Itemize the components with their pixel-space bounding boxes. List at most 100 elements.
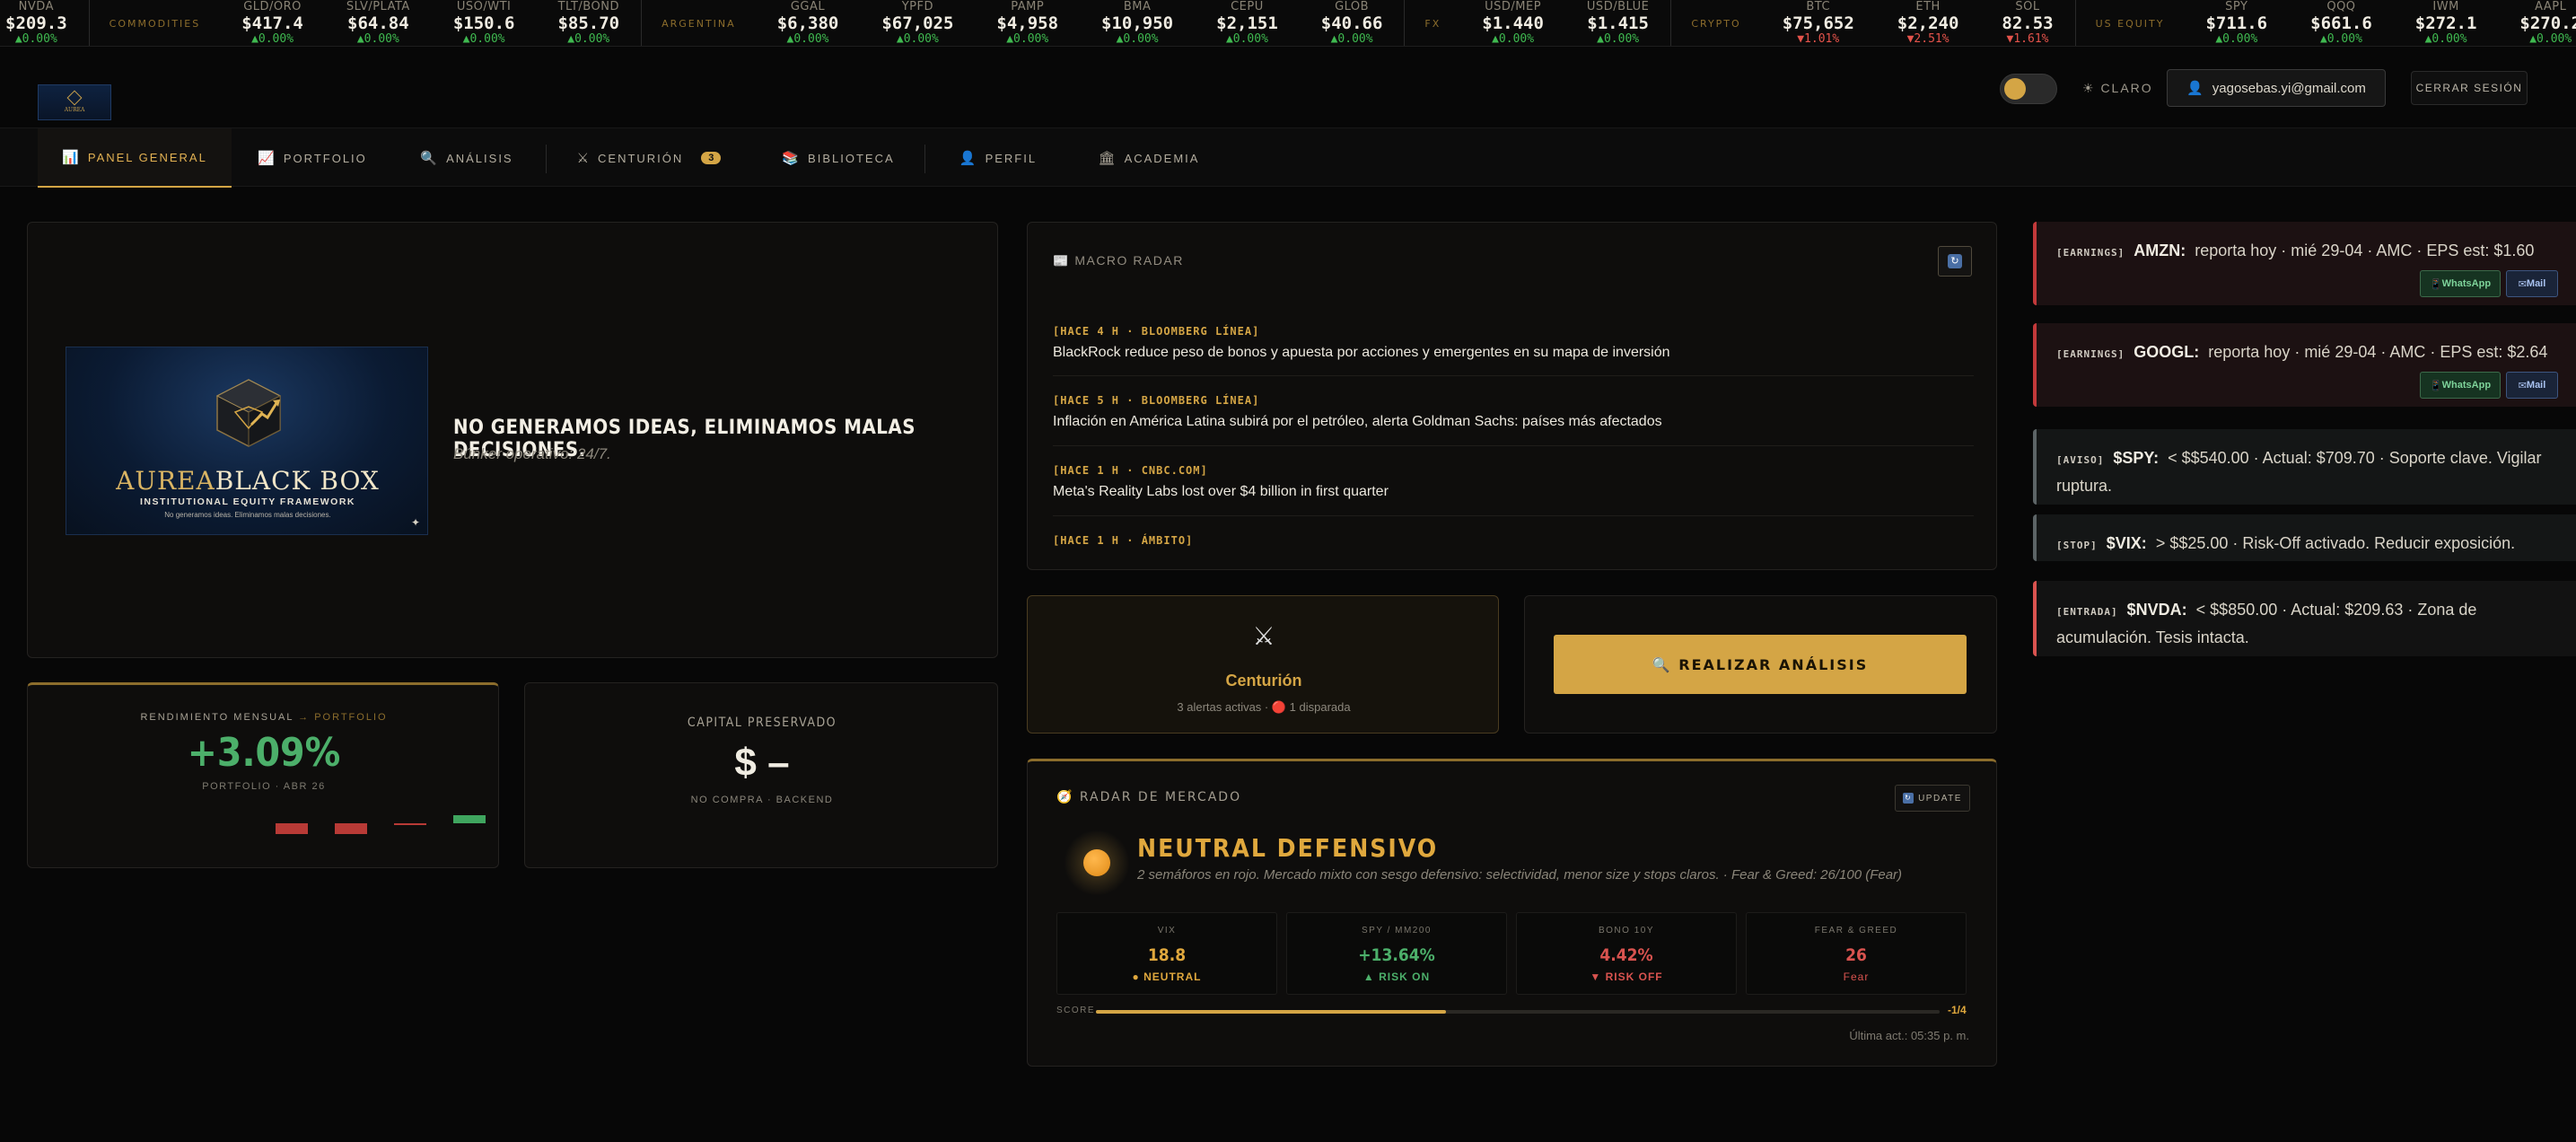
ticker-item[interactable]: SLV/PLATA $64.84 ▲0.00% <box>325 0 432 46</box>
ticker-item[interactable]: ETH $2,240 ▼2.51% <box>1876 0 1981 46</box>
ticker-item[interactable]: QQQ $661.6 ▲0.00% <box>2289 0 2394 46</box>
macro-refresh-button[interactable]: ↻ <box>1938 246 1972 277</box>
user-account-button[interactable]: 👤 yagosebas.yi@gmail.com <box>2167 69 2386 107</box>
ticker-change: ▲0.00% <box>786 32 829 46</box>
tab-centurion[interactable]: ⚔ CENTURIÓN 3 <box>564 128 734 188</box>
alert-symbol: AMZN: <box>2134 242 2186 259</box>
books-icon: 📚 <box>782 151 802 166</box>
ticker-change: ▲0.00% <box>1597 32 1640 46</box>
performance-title: RENDIMIENTO MENSUAL <box>140 712 294 723</box>
metric-status: ▲ RISK ON <box>1362 971 1431 983</box>
news-divider <box>1053 375 1974 376</box>
tab-academia[interactable]: 🏛 ACADEMIA <box>1086 128 1212 188</box>
crossed-swords-icon: ⚔ <box>1252 622 1275 650</box>
tab-portfolio[interactable]: 📈 PORTFOLIO <box>242 128 382 188</box>
news-item[interactable]: [HACE 1 H · ÁMBITO] <box>1053 534 1974 554</box>
ticker-item[interactable]: BTC $75,652 ▼1.01% <box>1761 0 1876 46</box>
logout-button[interactable]: CERRAR SESIÓN <box>2411 71 2528 105</box>
ticker-item[interactable]: YPFD $67,025 ▲0.00% <box>860 0 975 46</box>
ticker-change: ▼2.51% <box>1906 32 1950 46</box>
ticker-item[interactable]: IWM $272.1 ▲0.00% <box>2394 0 2499 46</box>
toggle-knob <box>2004 78 2026 100</box>
ticker-item[interactable]: BMA $10,950 ▲0.00% <box>1080 0 1195 46</box>
ticker-change: ▲0.00% <box>2215 32 2258 46</box>
news-item[interactable]: [HACE 1 H · CNBC.COM] Meta's Reality Lab… <box>1053 464 1974 500</box>
alert-card[interactable]: [EARNINGS] GOOGL: reporta hoy · mié 29-0… <box>2033 323 2576 407</box>
brand-word-light: BLACK BOX <box>215 466 380 496</box>
ticker-price: $209.3 <box>5 13 67 33</box>
ticker-price: $711.6 <box>2205 13 2268 33</box>
share-mail-button[interactable]: ✉ Mail <box>2506 270 2558 297</box>
ticker-symbol: USD/MEP <box>1485 0 1542 13</box>
ticker-group-label: FX <box>1404 0 1460 46</box>
tab-label: PORTFOLIO <box>283 151 367 165</box>
ticker-change: ▼1.01% <box>1797 32 1840 46</box>
hero-panel: AUREABLACK BOX INSTITUTIONAL EQUITY FRAM… <box>27 222 998 658</box>
theme-label[interactable]: ☀ CLARO <box>2082 81 2153 96</box>
ticker-item[interactable]: CEPU $2,151 ▲0.00% <box>1195 0 1300 46</box>
metric-fear-greed: FEAR & GREED 26 Fear <box>1746 912 1967 995</box>
share-whatsapp-button[interactable]: 📱 WhatsApp <box>2420 270 2501 297</box>
nav-divider <box>924 145 925 173</box>
ticker-price: $40.66 <box>1320 13 1383 33</box>
monthly-performance-card[interactable]: RENDIMIENTO MENSUAL → PORTFOLIO +3.09% P… <box>27 682 499 868</box>
tab-analisis[interactable]: 🔍 ANÁLISIS <box>406 128 528 188</box>
centurion-stats: 3 alertas activas · 🔴 1 disparada <box>1177 700 1351 714</box>
metric-value: 26 <box>1845 945 1867 965</box>
ticker-item[interactable]: SOL 82.53 ▼1.61% <box>1980 0 2074 46</box>
tab-panel-general[interactable]: 📊 PANEL GENERAL <box>38 128 232 188</box>
tab-label: ANÁLISIS <box>446 151 513 165</box>
phone-icon: 📱 <box>2429 380 2442 391</box>
metric-label: VIX <box>1157 926 1177 936</box>
share-mail-button[interactable]: ✉ Mail <box>2506 372 2558 399</box>
ticker-item[interactable]: USD/MEP $1.440 ▲0.00% <box>1460 0 1565 46</box>
metric-status: ▼ RISK OFF <box>1590 971 1663 983</box>
ticker-symbol: GGAL <box>790 0 826 13</box>
centurion-card[interactable]: ⚔ Centurión 3 alertas activas · 🔴 1 disp… <box>1027 595 1499 734</box>
portfolio-link[interactable]: → PORTFOLIO <box>298 712 387 723</box>
ticker-item[interactable]: USD/BLUE $1.415 ▲0.00% <box>1565 0 1670 46</box>
ticker-item[interactable]: USO/WTI $150.6 ▲0.00% <box>432 0 537 46</box>
centurion-title: Centurión <box>1225 672 1302 690</box>
market-ticker: NVDA $209.3 ▲0.00% COMMODITIES GLD/ORO $417.4… <box>0 0 2576 47</box>
ticker-price: $75,652 <box>1782 13 1854 33</box>
run-analysis-button[interactable]: 🔍 REALIZAR ANÁLISIS <box>1554 635 1967 694</box>
news-headline: Inflación en América Latina subirá por e… <box>1053 414 1662 429</box>
brand-subtitle: INSTITUTIONAL EQUITY FRAMEWORK <box>139 496 356 507</box>
news-item[interactable]: [HACE 4 H · BLOOMBERG LÍNEA] BlackRock r… <box>1053 325 1974 361</box>
alert-text: [STOP] $VIX: > $$25.00 · Risk-Off activa… <box>2056 531 2568 558</box>
alert-card[interactable]: [STOP] $VIX: > $$25.00 · Risk-Off activa… <box>2033 514 2576 561</box>
ticker-change: ▲0.00% <box>2424 32 2467 46</box>
ticker-symbol: ETH <box>1915 0 1941 13</box>
ticker-item[interactable]: AAPL $270.2 ▲0.00% <box>2498 0 2576 46</box>
mail-label: Mail <box>2526 278 2546 289</box>
tab-biblioteca[interactable]: 📚 BIBLIOTECA <box>770 128 907 188</box>
brand-logo[interactable]: AUREA <box>38 84 111 120</box>
tab-perfil[interactable]: 👤 PERFIL <box>942 128 1054 188</box>
person-icon: 👤 <box>959 151 978 166</box>
alert-card[interactable]: [ENTRADA] $NVDA: < $$850.00 · Actual: $2… <box>2033 581 2576 656</box>
theme-toggle[interactable] <box>2000 74 2057 104</box>
capital-label: CAPITAL PRESERVADO <box>687 716 837 730</box>
ticker-item[interactable]: PAMP $4,958 ▲0.00% <box>975 0 1080 46</box>
brand-wordmark: AUREABLACK BOX <box>66 466 427 496</box>
ticker-item[interactable]: GGAL $6,380 ▲0.00% <box>756 0 861 46</box>
ticker-item[interactable]: GLD/ORO $417.4 ▲0.00% <box>220 0 325 46</box>
ticker-item[interactable]: GLOB $40.66 ▲0.00% <box>1300 0 1405 46</box>
radar-update-button[interactable]: ↻ UPDATE <box>1895 785 1970 812</box>
share-whatsapp-button[interactable]: 📱 WhatsApp <box>2420 372 2501 399</box>
alert-body: < $$850.00 · Actual: $209.63 · Zona de a… <box>2056 601 2477 646</box>
refresh-icon: ↻ <box>1948 254 1962 268</box>
ticker-item[interactable]: NVDA $209.3 ▲0.00% <box>0 0 89 46</box>
ticker-item[interactable]: TLT/BOND $85.70 ▲0.00% <box>536 0 641 46</box>
news-item[interactable]: [HACE 5 H · BLOOMBERG LÍNEA] Inflación e… <box>1053 394 1974 430</box>
alert-card[interactable]: [EARNINGS] AMZN: reporta hoy · mié 29-04… <box>2033 222 2576 305</box>
news-headline: BlackRock reduce peso de bonos y apuesta… <box>1053 345 1670 360</box>
metric-vix: VIX 18.8 ● NEUTRAL <box>1056 912 1277 995</box>
logo-text: AUREA <box>64 106 85 113</box>
news-divider <box>1053 445 1974 446</box>
alert-card[interactable]: [AVISO] $SPY: < $$540.00 · Actual: $709.… <box>2033 429 2576 505</box>
macro-radar-title: 📰 MACRO RADAR <box>1053 253 1184 268</box>
ticker-price: $661.6 <box>2310 13 2372 33</box>
ticker-item[interactable]: SPY $711.6 ▲0.00% <box>2184 0 2289 46</box>
